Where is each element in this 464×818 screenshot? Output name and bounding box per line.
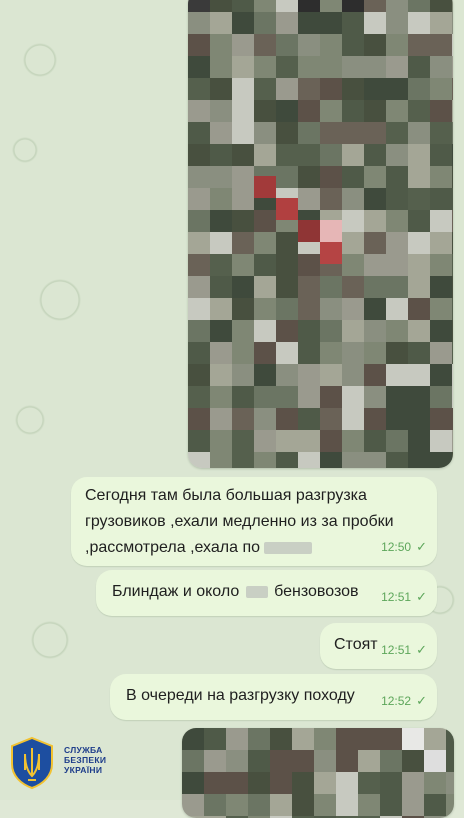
message-time: 12:51 ✓ [381, 642, 427, 657]
image-message-pixelated[interactable] [188, 0, 453, 468]
sbu-logo-watermark: СЛУЖБА БЕЗПЕКИ УКРАЇНИ [8, 736, 158, 790]
message-text-line: ,рассмотрела ,ехала по [85, 535, 394, 561]
read-check-icon: ✓ [416, 642, 427, 657]
message-bubble-1[interactable]: Сегодня там была большая разгрузка грузо… [71, 477, 437, 566]
pixelated-image [182, 728, 454, 818]
message-text: В очереди на разгрузку походу [126, 687, 355, 704]
sbu-logo-text: СЛУЖБА БЕЗПЕКИ УКРАЇНИ [64, 745, 107, 775]
message-time: 12:52 ✓ [381, 693, 427, 708]
message-text-line: Сегодня там была большая разгрузка [85, 487, 367, 504]
read-check-icon: ✓ [416, 589, 427, 604]
message-text: Стоят [334, 636, 378, 653]
message-bubble-3[interactable]: Стоят 12:51 ✓ [320, 623, 437, 669]
read-check-icon: ✓ [416, 693, 427, 708]
read-check-icon: ✓ [416, 539, 427, 554]
message-text: Блиндаж и около бензовозов [112, 583, 359, 600]
message-time: 12:50 ✓ [381, 539, 427, 554]
redacted-text [264, 541, 313, 554]
message-bubble-2[interactable]: Блиндаж и около бензовозов 12:51 ✓ [96, 570, 437, 616]
message-bubble-4[interactable]: В очереди на разгрузку походу 12:52 ✓ [110, 674, 437, 720]
image-message-pixelated[interactable] [182, 728, 454, 818]
sbu-emblem-icon [11, 736, 53, 790]
message-text-line: грузовиков ,ехали медленно из за пробки [85, 513, 394, 530]
message-time: 12:51 ✓ [381, 589, 427, 604]
redacted-text [245, 585, 268, 598]
pixelated-image [188, 0, 453, 468]
